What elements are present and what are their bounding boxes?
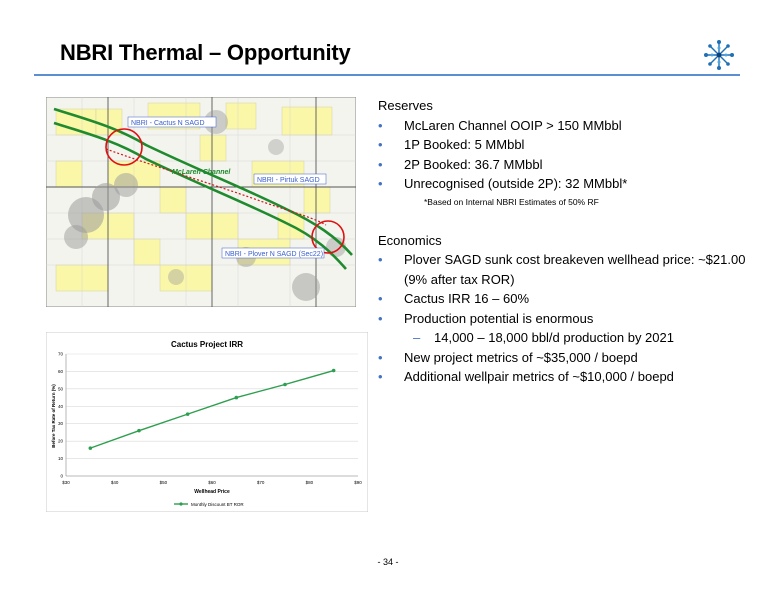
bullet-icon: •	[378, 176, 383, 191]
reserves-item: • 1P Booked: 5 MMbbl	[378, 135, 758, 155]
economics-item: • Plover SAGD sunk cost breakeven wellhea…	[378, 252, 746, 287]
bullet-icon: •	[378, 349, 383, 365]
y-tick-label: 70	[58, 352, 64, 357]
reserves-item: • 2P Booked: 36.7 MMbbl	[378, 155, 758, 175]
x-tick-label: $40	[111, 480, 119, 485]
map-label-channel: McLaren Channel	[172, 169, 231, 176]
x-tick-label: $90	[354, 480, 362, 485]
dash-icon: –	[413, 330, 421, 345]
map-label-plover: NBRI - Plover N SAGD (Sec22)	[225, 251, 323, 258]
y-tick-label: 10	[58, 456, 64, 461]
bullet-icon: •	[378, 369, 383, 384]
x-tick-label: $70	[257, 480, 265, 485]
bullet-icon: •	[378, 252, 383, 267]
y-tick-label: 50	[58, 386, 64, 391]
y-tick-label: 40	[58, 404, 64, 409]
reserves-item: • Unrecognised (outside 2P): 32 MMbbl*	[378, 174, 758, 194]
content-column: Reserves • McLaren Channel OOIP > 150 MMb…	[378, 96, 758, 387]
bullet-icon: •	[378, 291, 383, 306]
economics-heading: Economics	[378, 232, 442, 248]
reservoir-map: NBRI - Cactus N SAGD McLaren Channel NBR…	[46, 97, 356, 307]
economics-item: • Production potential is enormous	[378, 309, 758, 329]
page-number: - 34 -	[377, 557, 399, 567]
bullet-icon: •	[378, 310, 383, 326]
reserves-item: • McLaren Channel OOIP > 150 MMbbl	[378, 116, 758, 136]
reserves-footnote: *Based on Internal NBRI Estimates of 50%…	[424, 196, 599, 207]
chart-y-axis-label: Before Tax Rate of Return (%)	[51, 384, 56, 448]
bullet-icon: •	[378, 137, 383, 152]
y-tick-label: 30	[58, 421, 64, 426]
data-point	[185, 412, 190, 416]
y-tick-label: 60	[58, 369, 64, 374]
data-point	[331, 368, 336, 373]
bullet-icon: •	[378, 117, 383, 133]
data-point	[283, 382, 287, 387]
map-label-pirtuk: NBRI - Pirtuk SAGD	[257, 177, 320, 184]
map-label-cactus: NBRI - Cactus N SAGD	[131, 120, 205, 127]
data-point	[137, 428, 141, 433]
economics-item: • Cactus IRR 16 – 60%	[378, 289, 758, 309]
y-tick-label: 20	[58, 439, 64, 444]
economics-item: • Additional wellpair metrics of ~$10,000…	[378, 367, 758, 387]
x-tick-label: $60	[208, 480, 216, 485]
legend-label: Monthly Discount BT ROR	[191, 502, 244, 507]
data-point	[234, 395, 239, 400]
chart-title: Cactus Project IRR	[171, 340, 243, 349]
irr-chart: Cactus Project IRR 010203040506070 $30 $4…	[46, 332, 368, 512]
reserves-heading: Reserves	[378, 98, 433, 113]
data-point	[88, 446, 93, 450]
bullet-icon: •	[378, 156, 383, 172]
x-tick-label: $30	[62, 480, 70, 485]
title-underline	[34, 74, 740, 76]
slide-title: NBRI Thermal – Opportunity	[60, 40, 351, 65]
chart-x-axis-label: Wellhead Price	[194, 489, 230, 495]
company-logo-icon	[704, 40, 734, 70]
economics-item: • New project metrics of ~$35,000 / boepd	[378, 348, 758, 368]
economics-subitem: –14,000 – 18,000 bbl/d production by 202…	[378, 328, 758, 348]
x-tick-label: $50	[160, 480, 168, 485]
x-tick-label: $80	[306, 480, 314, 485]
